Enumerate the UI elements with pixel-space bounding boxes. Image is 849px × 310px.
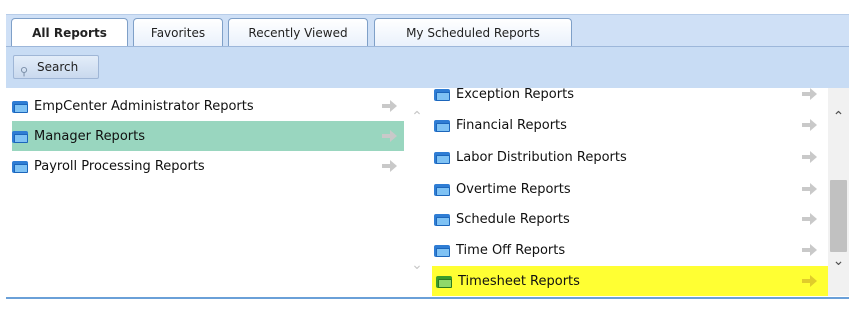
scroll-down-icon[interactable]: ⌄ xyxy=(828,252,849,270)
folder-icon xyxy=(12,130,28,143)
search-button-label: Search xyxy=(37,60,79,74)
list-item-timesheet-reports[interactable]: Timesheet Reports xyxy=(432,266,828,296)
toolbar: ⚲ Search xyxy=(6,46,849,88)
folder-icon xyxy=(434,183,450,196)
list-item-manager-reports[interactable]: Manager Reports xyxy=(12,121,404,151)
list-item-overtime-reports[interactable]: Overtime Reports xyxy=(434,174,828,204)
tab-all-reports[interactable]: All Reports xyxy=(11,18,128,49)
tab-recently-viewed[interactable]: Recently Viewed xyxy=(228,18,368,48)
list-item-exception-reports[interactable]: Exception Reports xyxy=(434,88,828,109)
top-text-fragment: ​ xyxy=(0,0,849,14)
tab-my-scheduled-reports[interactable]: My Scheduled Reports xyxy=(374,18,572,48)
folder-icon xyxy=(434,119,450,132)
report-tabs: All Reports Favorites Recently Viewed My… xyxy=(6,14,849,49)
list-item-schedule-reports[interactable]: Schedule Reports xyxy=(434,204,828,234)
chevron-down-icon[interactable]: ⌄ xyxy=(407,258,427,272)
tab-favorites[interactable]: Favorites xyxy=(133,18,223,48)
arrow-right-icon xyxy=(802,275,818,287)
report-category-list: EmpCenter Administrator Reports Manager … xyxy=(6,88,406,296)
vertical-scrollbar[interactable]: ⌃ ⌄ xyxy=(828,88,849,296)
folder-icon xyxy=(12,160,28,173)
folder-icon xyxy=(434,88,450,101)
folder-icon xyxy=(436,275,452,288)
list-item-empcenter-administrator-reports[interactable]: EmpCenter Administrator Reports xyxy=(12,91,406,121)
arrow-right-icon xyxy=(802,183,818,195)
list-item-payroll-processing-reports[interactable]: Payroll Processing Reports xyxy=(12,151,406,181)
scrollbar-thumb[interactable] xyxy=(830,180,847,252)
arrow-right-icon xyxy=(382,100,398,112)
panel-bottom-border xyxy=(6,297,849,299)
scroll-up-icon[interactable]: ⌃ xyxy=(828,108,849,126)
folder-icon xyxy=(434,244,450,257)
folder-icon xyxy=(434,151,450,164)
arrow-right-icon xyxy=(382,160,398,172)
search-button[interactable]: ⚲ Search xyxy=(13,55,99,79)
list-item-financial-reports[interactable]: Financial Reports xyxy=(434,110,828,140)
folder-icon xyxy=(434,213,450,226)
arrow-right-icon xyxy=(802,151,818,163)
arrow-right-icon xyxy=(802,244,818,256)
chevron-up-icon[interactable]: ⌃ xyxy=(407,110,427,124)
report-list: ⌃ ⌄ Exception Reports Financial Reports … xyxy=(406,88,849,296)
arrow-right-icon xyxy=(382,130,398,142)
arrow-right-icon xyxy=(802,119,818,131)
folder-icon xyxy=(12,100,28,113)
arrow-right-icon xyxy=(802,213,818,225)
arrow-right-icon xyxy=(802,88,818,100)
list-item-labor-distribution-reports[interactable]: Labor Distribution Reports xyxy=(434,142,828,172)
search-glass-icon: ⚲ xyxy=(20,65,29,78)
list-item-time-off-reports[interactable]: Time Off Reports xyxy=(434,235,828,265)
